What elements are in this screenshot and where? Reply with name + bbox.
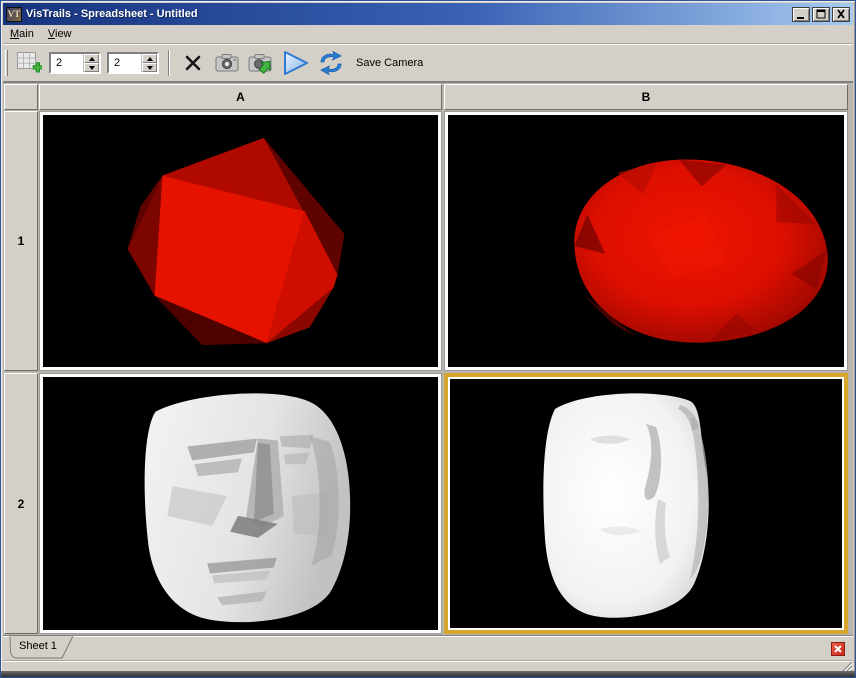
render-viewport-a2[interactable]: [43, 377, 438, 630]
update-button[interactable]: [316, 48, 346, 78]
maximize-button[interactable]: [812, 7, 830, 22]
cell-b2-selected[interactable]: [444, 373, 848, 634]
cell-a1[interactable]: [39, 111, 442, 371]
render-viewport-b2[interactable]: [450, 379, 842, 628]
resize-grid-button[interactable]: [14, 48, 44, 78]
tab-label: Sheet 1: [19, 640, 57, 652]
cell-a2[interactable]: [39, 373, 442, 634]
toolbar-handle[interactable]: [5, 50, 8, 76]
rows-spin-up[interactable]: [84, 54, 99, 63]
apply-camera-button[interactable]: [246, 48, 276, 78]
close-icon: [834, 645, 842, 653]
down-arrow-icon: [147, 66, 153, 70]
toolbar: 2 2: [3, 44, 853, 82]
save-camera-button[interactable]: Save Camera: [348, 51, 431, 75]
close-button[interactable]: [832, 7, 850, 22]
smoothed-sphere-render: [448, 115, 844, 367]
toolbar-separator: [168, 50, 170, 76]
play-icon: [281, 49, 311, 77]
minimize-icon: [794, 8, 808, 20]
menu-bar: Main View: [3, 25, 853, 44]
icosahedron-render: [43, 115, 438, 367]
corner-header[interactable]: [4, 84, 38, 110]
close-sheet-button[interactable]: [831, 642, 845, 656]
delete-cell-x-icon: [183, 54, 203, 72]
camera-apply-icon: [247, 52, 275, 74]
minimize-button[interactable]: [792, 7, 810, 22]
up-arrow-icon: [147, 57, 153, 61]
close-icon: [834, 8, 848, 20]
column-header-a[interactable]: A: [39, 84, 442, 110]
app-window: VT VisTrails - Spreadsheet - Untitled Ma…: [0, 0, 856, 678]
app-logo-icon: VT: [6, 7, 22, 22]
logo-text: VT: [8, 10, 21, 19]
cols-spin-down[interactable]: [142, 63, 157, 72]
rows-spin-down[interactable]: [84, 63, 99, 72]
title-bar[interactable]: VT VisTrails - Spreadsheet - Untitled: [3, 3, 853, 25]
smoothed-face-render: [450, 379, 842, 628]
rows-spinbox[interactable]: 2: [49, 52, 101, 74]
render-viewport-a1[interactable]: [43, 115, 438, 367]
row-header-1[interactable]: 1: [4, 111, 38, 371]
maximize-icon: [814, 8, 828, 20]
face-scan-render: [43, 377, 438, 630]
sync-arrows-icon: [317, 50, 345, 76]
add-grid-icon: [16, 51, 42, 75]
rows-value[interactable]: 2: [51, 54, 83, 72]
cols-value[interactable]: 2: [109, 54, 141, 72]
cell-b1[interactable]: [444, 111, 848, 371]
window-bottom-edge: [1, 671, 855, 677]
down-arrow-icon: [89, 66, 95, 70]
render-viewport-b1[interactable]: [448, 115, 844, 367]
spreadsheet: A B 1 2: [3, 82, 853, 635]
menu-view[interactable]: View: [41, 26, 79, 42]
camera-snapshot-icon: [214, 52, 240, 74]
delete-cell-button[interactable]: [178, 48, 208, 78]
cols-spin-up[interactable]: [142, 54, 157, 63]
up-arrow-icon: [89, 57, 95, 61]
window-title: VisTrails - Spreadsheet - Untitled: [26, 8, 792, 20]
sheet-tab-bar: Sheet 1: [3, 635, 853, 660]
menu-main[interactable]: Main: [3, 26, 41, 42]
cols-spinbox[interactable]: 2: [107, 52, 159, 74]
snapshot-camera-button[interactable]: [212, 48, 242, 78]
column-header-b[interactable]: B: [444, 84, 848, 110]
execute-button[interactable]: [280, 48, 312, 78]
tab-sheet1[interactable]: Sheet 1: [9, 636, 79, 660]
row-header-2[interactable]: 2: [4, 373, 38, 634]
